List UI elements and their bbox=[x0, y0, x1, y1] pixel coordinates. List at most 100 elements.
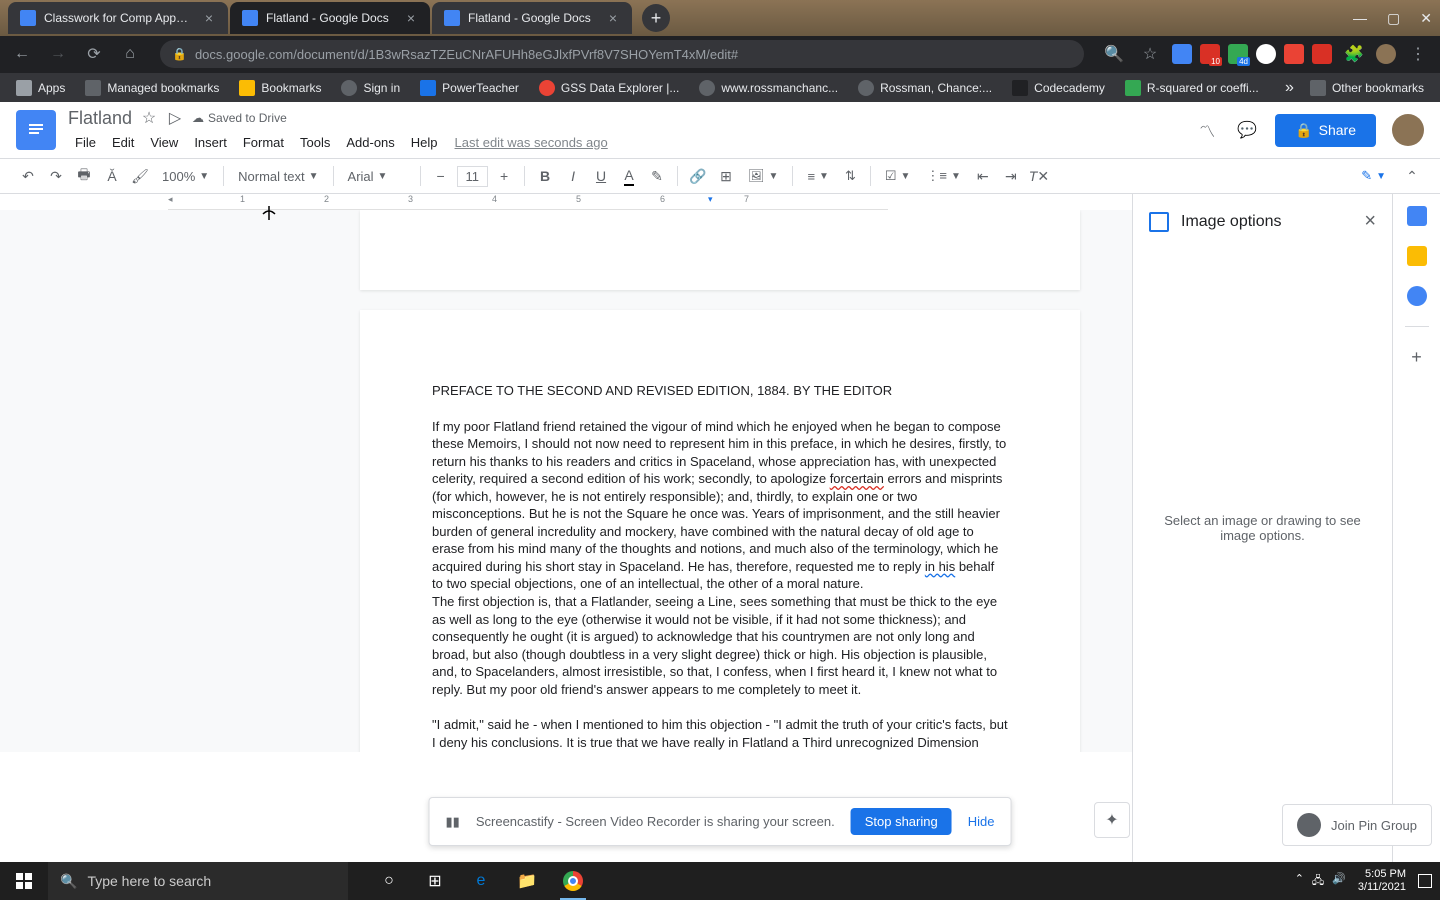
home-button[interactable]: ⌂ bbox=[116, 40, 144, 68]
comment-button[interactable]: ⊞ bbox=[714, 164, 738, 188]
other-bookmarks[interactable]: Other bookmarks bbox=[1302, 76, 1432, 100]
page[interactable]: PREFACE TO THE SECOND AND REVISED EDITIO… bbox=[360, 310, 1080, 752]
redo-button[interactable]: ↷ bbox=[44, 164, 68, 188]
editing-mode-button[interactable]: ✎▼ bbox=[1355, 166, 1392, 186]
italic-button[interactable]: I bbox=[561, 164, 585, 188]
search-icon[interactable]: 🔍 bbox=[1100, 40, 1128, 68]
tray-up-icon[interactable]: ⌃ bbox=[1295, 872, 1304, 891]
hide-button[interactable]: Hide bbox=[968, 814, 995, 829]
menu-icon[interactable]: ⋮ bbox=[1404, 40, 1432, 68]
url-bar[interactable]: 🔒 docs.google.com/document/d/1B3wRsazTZE… bbox=[160, 40, 1084, 68]
extension-icon[interactable]: 4d bbox=[1228, 44, 1248, 64]
undo-button[interactable]: ↶ bbox=[16, 164, 40, 188]
docs-logo[interactable] bbox=[16, 110, 56, 150]
text-color-button[interactable]: A bbox=[617, 164, 641, 188]
star-icon[interactable]: ☆ bbox=[1136, 40, 1164, 68]
user-avatar[interactable] bbox=[1392, 114, 1424, 146]
activity-icon[interactable]: 〽 bbox=[1195, 118, 1219, 142]
apps-button[interactable]: Apps bbox=[8, 76, 73, 100]
browser-tab[interactable]: Classwork for Comp Apps S2021 × bbox=[8, 2, 228, 34]
explore-button[interactable]: ✦ bbox=[1094, 802, 1130, 838]
overflow-icon[interactable]: » bbox=[1285, 79, 1294, 97]
increase-font-button[interactable]: + bbox=[492, 164, 516, 188]
decrease-font-button[interactable]: − bbox=[429, 164, 453, 188]
stop-sharing-button[interactable]: Stop sharing bbox=[851, 808, 952, 835]
bookmark-item[interactable]: R-squared or coeffi... bbox=[1117, 76, 1267, 100]
collapse-toolbar-button[interactable]: ⌃ bbox=[1400, 164, 1424, 188]
menu-file[interactable]: File bbox=[68, 133, 103, 152]
task-view-icon[interactable]: ⊞ bbox=[414, 862, 456, 900]
profile-avatar[interactable] bbox=[1376, 44, 1396, 64]
menu-view[interactable]: View bbox=[143, 133, 185, 152]
link-button[interactable]: 🔗 bbox=[686, 164, 710, 188]
forward-button[interactable]: → bbox=[44, 40, 72, 68]
bookmark-item[interactable]: Managed bookmarks bbox=[77, 76, 227, 100]
font-size-input[interactable]: 11 bbox=[457, 166, 489, 187]
join-pin-button[interactable]: Join Pin Group bbox=[1282, 804, 1432, 846]
add-icon[interactable]: + bbox=[1407, 347, 1427, 367]
close-icon[interactable]: × bbox=[404, 11, 418, 25]
spelling-error[interactable]: forcertain bbox=[830, 471, 884, 486]
bookmark-item[interactable]: Sign in bbox=[333, 76, 408, 100]
ruler[interactable]: ◂ 1 2 3 4 5 6 7 ▾ bbox=[168, 194, 888, 210]
explorer-icon[interactable]: 📁 bbox=[506, 862, 548, 900]
minimize-icon[interactable]: — bbox=[1353, 10, 1367, 27]
cortana-icon[interactable]: ○ bbox=[368, 862, 410, 900]
taskbar-clock[interactable]: 5:05 PM 3/11/2021 bbox=[1358, 868, 1406, 894]
extension-icon[interactable] bbox=[1312, 44, 1332, 64]
image-button[interactable]: 🖼▼ bbox=[742, 166, 784, 186]
taskbar-search[interactable]: 🔍 Type here to search bbox=[48, 862, 348, 900]
menu-help[interactable]: Help bbox=[404, 133, 445, 152]
spellcheck-button[interactable]: Ǎ bbox=[100, 164, 124, 188]
bookmark-item[interactable]: PowerTeacher bbox=[412, 76, 527, 100]
bold-button[interactable]: B bbox=[533, 164, 557, 188]
zoom-select[interactable]: 100%▼ bbox=[156, 167, 215, 186]
reload-button[interactable]: ⟳ bbox=[80, 40, 108, 68]
network-icon[interactable]: 🖧 bbox=[1312, 872, 1324, 891]
close-icon[interactable]: × bbox=[202, 11, 216, 25]
browser-tab[interactable]: Flatland - Google Docs × bbox=[230, 2, 430, 34]
document-title[interactable]: Flatland bbox=[68, 108, 132, 129]
highlight-button[interactable]: ✎ bbox=[645, 164, 669, 188]
align-button[interactable]: ≡▼ bbox=[801, 167, 835, 186]
checklist-button[interactable]: ☑▼ bbox=[879, 166, 917, 186]
tasks-icon[interactable] bbox=[1407, 286, 1427, 306]
bullet-list-button[interactable]: ⋮≡▼ bbox=[920, 166, 967, 186]
volume-icon[interactable]: 🔊 bbox=[1332, 872, 1346, 891]
print-button[interactable]: 🖶 bbox=[72, 164, 96, 188]
browser-tab[interactable]: Flatland - Google Docs × bbox=[432, 2, 632, 34]
edge-icon[interactable]: e bbox=[460, 862, 502, 900]
start-button[interactable] bbox=[0, 862, 48, 900]
chrome-icon[interactable] bbox=[552, 862, 594, 900]
clear-format-button[interactable]: T✕ bbox=[1027, 164, 1051, 188]
save-status[interactable]: ☁Saved to Drive bbox=[192, 111, 287, 125]
last-edit-link[interactable]: Last edit was seconds ago bbox=[455, 135, 608, 150]
bookmark-item[interactable]: GSS Data Explorer |... bbox=[531, 76, 688, 100]
new-tab-button[interactable]: + bbox=[642, 4, 670, 32]
extensions-icon[interactable]: 🧩 bbox=[1340, 40, 1368, 68]
extension-icon[interactable] bbox=[1172, 44, 1192, 64]
share-button[interactable]: 🔒Share bbox=[1275, 114, 1376, 147]
line-spacing-button[interactable]: ⇅ bbox=[839, 166, 862, 186]
bookmark-item[interactable]: www.rossmanchanc... bbox=[691, 76, 846, 100]
bookmark-item[interactable]: Rossman, Chance:... bbox=[850, 76, 1000, 100]
document-body[interactable]: PREFACE TO THE SECOND AND REVISED EDITIO… bbox=[432, 382, 1008, 752]
keep-icon[interactable] bbox=[1407, 246, 1427, 266]
extension-icon[interactable] bbox=[1256, 44, 1276, 64]
menu-edit[interactable]: Edit bbox=[105, 133, 141, 152]
menu-insert[interactable]: Insert bbox=[187, 133, 234, 152]
underline-button[interactable]: U bbox=[589, 164, 613, 188]
decrease-indent-button[interactable]: ⇤ bbox=[971, 164, 995, 188]
close-window-icon[interactable]: ✕ bbox=[1420, 10, 1432, 27]
close-icon[interactable]: × bbox=[1364, 210, 1376, 233]
menu-tools[interactable]: Tools bbox=[293, 133, 337, 152]
maximize-icon[interactable]: ▢ bbox=[1387, 10, 1400, 27]
extension-icon[interactable] bbox=[1284, 44, 1304, 64]
menu-format[interactable]: Format bbox=[236, 133, 291, 152]
style-select[interactable]: Normal text▼ bbox=[232, 167, 324, 186]
calendar-icon[interactable] bbox=[1407, 206, 1427, 226]
back-button[interactable]: ← bbox=[8, 40, 36, 68]
font-select[interactable]: Arial▼ bbox=[342, 167, 412, 186]
paint-format-button[interactable]: 🖌 bbox=[128, 164, 152, 188]
close-icon[interactable]: × bbox=[606, 11, 620, 25]
